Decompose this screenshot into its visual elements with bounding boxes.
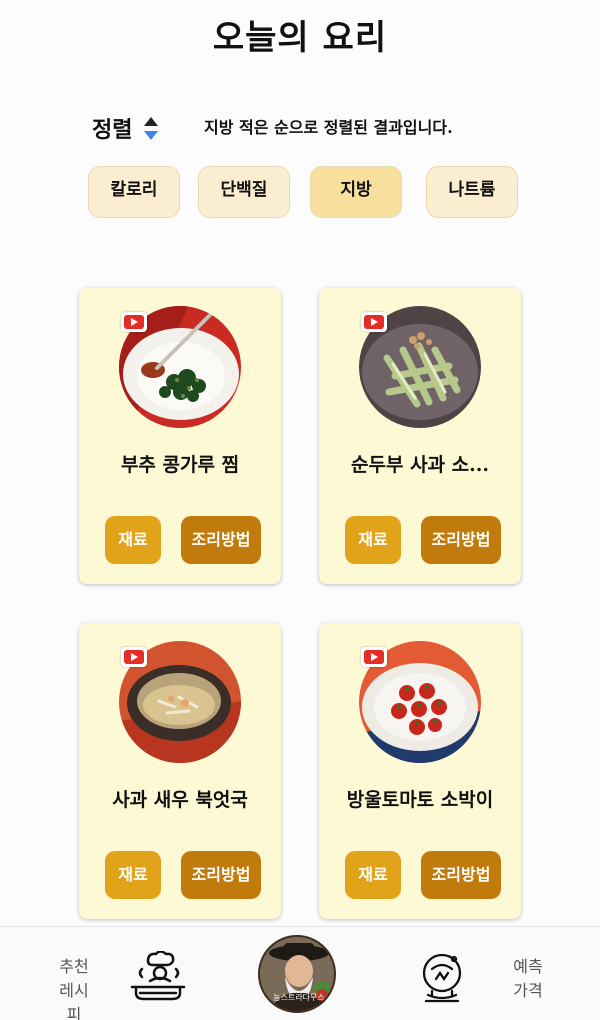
- cooking-method-button[interactable]: 조리방법: [421, 516, 501, 564]
- nav-price-line2: 가격: [513, 981, 543, 1000]
- ingredients-button[interactable]: 재료: [345, 516, 401, 564]
- sort-description: 지방 적은 순으로 정렬된 결과입니다.: [204, 118, 453, 137]
- recipe-name: 사과 새우 북엇국: [112, 789, 248, 811]
- youtube-icon[interactable]: [121, 647, 147, 667]
- filter-chip-calories[interactable]: 칼로리: [88, 166, 180, 218]
- nav-recommended-recipes-label[interactable]: 추천 레시피: [52, 955, 96, 1020]
- sort-control[interactable]: 정렬: [92, 112, 159, 144]
- youtube-icon[interactable]: [361, 312, 387, 332]
- sort-label: 정렬: [92, 117, 133, 143]
- center-logo-text: 농스트라다무스: [273, 993, 325, 1002]
- recipe-name: 순두부 사과 소...: [351, 454, 489, 476]
- recipe-name: 방울토마토 소박이: [346, 789, 494, 811]
- ingredients-button[interactable]: 재료: [345, 851, 401, 899]
- cooking-method-button[interactable]: 조리방법: [421, 851, 501, 899]
- recipe-card[interactable]: 방울토마토 소박이 재료 조리방법: [319, 623, 521, 919]
- crystal-ball-icon[interactable]: [418, 949, 466, 1005]
- filter-chip-fat[interactable]: 지방: [310, 166, 402, 218]
- sort-toggle-icon[interactable]: [144, 115, 159, 141]
- filter-chip-protein[interactable]: 단백질: [198, 166, 290, 218]
- youtube-icon[interactable]: [361, 647, 387, 667]
- center-logo-button[interactable]: 농스트라다무스: [258, 935, 336, 1013]
- nav-price-prediction-label[interactable]: 예측 가격: [506, 955, 550, 1003]
- recipe-card[interactable]: 부추 콩가루 찜 재료 조리방법: [79, 288, 281, 584]
- bottom-nav: 추천 레시피 농스트라다무스 예측 가격: [0, 926, 600, 1020]
- nav-recommended-line2: 레시피: [59, 981, 89, 1020]
- ingredients-button[interactable]: 재료: [105, 851, 161, 899]
- nav-price-line1: 예측: [513, 957, 543, 976]
- youtube-icon[interactable]: [121, 312, 147, 332]
- recipe-name: 부추 콩가루 찜: [120, 454, 240, 476]
- recipe-card[interactable]: 순두부 사과 소... 재료 조리방법: [319, 288, 521, 584]
- chef-cooking-icon[interactable]: [128, 950, 188, 1003]
- page-title: 오늘의 요리: [212, 18, 388, 58]
- filter-chip-sodium[interactable]: 나트륨: [426, 166, 518, 218]
- nav-recommended-line1: 추천: [59, 957, 89, 976]
- sort-up-arrow-icon: [144, 117, 159, 126]
- cooking-method-button[interactable]: 조리방법: [181, 516, 261, 564]
- cooking-method-button[interactable]: 조리방법: [181, 851, 261, 899]
- sort-down-arrow-icon: [144, 131, 159, 140]
- recipe-card[interactable]: 사과 새우 북엇국 재료 조리방법: [79, 623, 281, 919]
- ingredients-button[interactable]: 재료: [105, 516, 161, 564]
